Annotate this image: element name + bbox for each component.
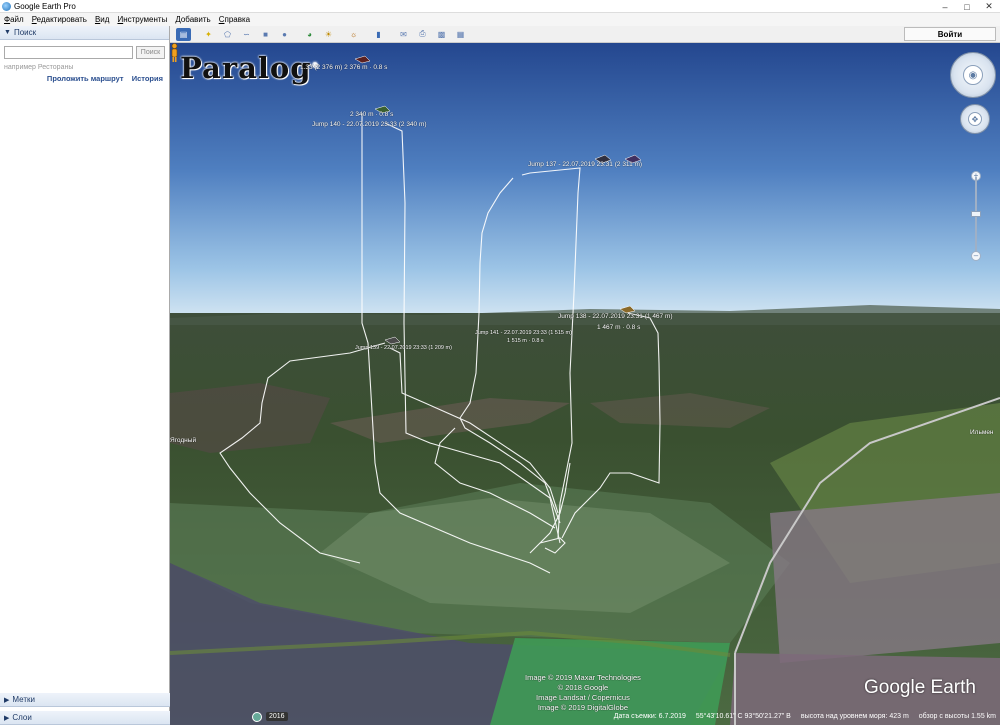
placemark-icon[interactable]: ✦ — [201, 28, 216, 41]
menu-edit[interactable]: Редактировать — [32, 15, 87, 24]
email-icon[interactable]: ✉ — [396, 28, 411, 41]
record-tour-icon[interactable]: ● — [277, 28, 292, 41]
menu-view[interactable]: Вид — [95, 15, 109, 24]
track-label-4: Jump 138 - 22.07.2019 23:31 (1 467 m) — [558, 313, 673, 320]
zoom-slider[interactable]: + – — [971, 171, 981, 263]
sky — [170, 43, 1000, 325]
credit-line: Image Landsat / Copernicus — [536, 693, 630, 703]
collapsed-triangle-icon: ▶ — [4, 696, 10, 704]
places-panel: ▶ Метки — [0, 693, 170, 707]
search-links: Проложить маршрут История — [0, 74, 169, 83]
imagery-date: Дата съемки: 6.7.2019 — [613, 713, 686, 720]
historical-imagery-icon[interactable]: ◕ — [302, 28, 317, 41]
google-earth-brand: Google Earth — [864, 677, 976, 698]
place-label-ilmen: Ильмен — [970, 429, 994, 436]
search-row: Поиск — [0, 40, 169, 61]
places-panel-header[interactable]: ▶ Метки — [0, 693, 170, 707]
planets-icon[interactable]: ☼ — [346, 28, 361, 41]
window-title: Google Earth Pro — [14, 1, 76, 11]
move-joystick[interactable]: ✥ — [960, 104, 990, 134]
status-readout: Дата съемки: 6.7.2019 55°43'10.61" С 93°… — [614, 713, 996, 720]
credit-line: Image © 2019 Maxar Technologies — [525, 673, 641, 682]
hand-icon[interactable]: ✥ — [968, 112, 982, 126]
window-controls: – □ ✕ — [934, 0, 1000, 13]
track-label-5: 1 467 m · 0.8 s — [597, 324, 641, 331]
polygon-icon[interactable]: ⬠ — [220, 28, 235, 41]
sun-icon[interactable]: ☀ — [321, 28, 336, 41]
search-panel-title: Поиск — [13, 28, 37, 37]
expand-triangle-icon: ▼ — [4, 29, 11, 36]
title-bar: Google Earth Pro – □ ✕ — [0, 0, 1000, 13]
search-panel-header[interactable]: ▼ Поиск — [0, 26, 169, 40]
ruler-icon[interactable]: ▮ — [371, 28, 386, 41]
signin-button[interactable]: Войти — [904, 27, 996, 41]
menu-help[interactable]: Справка — [219, 15, 250, 24]
sidebar: ▼ Поиск Поиск например Рестораны Проложи… — [0, 26, 170, 725]
track-label-3: Jump 140 - 22.07.2019 23:33 (2 340 m) — [312, 121, 427, 128]
close-icon[interactable]: ✕ — [978, 0, 1000, 13]
credit-line: © 2018 Google — [557, 683, 609, 693]
path-icon[interactable]: ∽ — [239, 28, 254, 41]
layers-panel-header[interactable]: ▶ Слои — [0, 711, 170, 725]
track-label-7: 1 515 m · 0.8 s — [507, 338, 544, 344]
search-hint: например Рестораны — [4, 64, 74, 71]
menu-tools[interactable]: Инструменты — [117, 15, 167, 24]
imagery-year[interactable]: 2016 — [266, 712, 288, 721]
google-earth-app-icon — [2, 1, 11, 11]
status-bar: 2016 Дата съемки: 6.7.2019 55°43'10.61" … — [170, 710, 1000, 725]
coordinates: 55°43'10.61" С 93°50'21.27" В — [695, 713, 791, 720]
earth-scene — [170, 43, 1000, 725]
collapsed-triangle-icon: ▶ — [4, 714, 10, 722]
layers-panel: ▶ Слои — [0, 711, 170, 725]
history-link[interactable]: История — [132, 74, 163, 83]
track-label-1: 1.33 (2 376 m) 2 376 m · 0.8 s — [300, 64, 388, 71]
toolbar: ▤ ✦ ⬠ ∽ ■ ● ◕ ☀ ☼ ▮ ✉ ⎙ ▩ ▦ Войти — [170, 26, 1000, 43]
track-label-8: Jump 139 - 22.07.2019 23:33 (1 209 m) — [355, 345, 452, 351]
menu-add[interactable]: Добавить — [175, 15, 210, 24]
track-label-9: Jump 137 - 22.07.2019 23:31 (2 311 m) — [528, 161, 643, 168]
layers-panel-title: Слои — [12, 713, 32, 722]
imagery-credits: Image © 2019 Maxar Technologies © 2018 G… — [525, 673, 641, 714]
save-image-icon[interactable]: ▩ — [434, 28, 449, 41]
track-label-6: Jump 141 - 22.07.2019 23:33 (1 515 m) — [475, 330, 572, 336]
menu-file[interactable]: Файл — [4, 15, 24, 24]
maximize-icon[interactable]: □ — [956, 0, 978, 13]
earth-view[interactable]: Paralog® 1.33 (2 376 m) 2 376 m · 0.8 s … — [170, 43, 1000, 725]
street-view-pegman-icon[interactable] — [170, 43, 179, 63]
track-label-2: 2 340 m · 0.8 s — [350, 111, 394, 118]
places-panel-title: Метки — [12, 695, 35, 704]
elevation: высота над уровнем моря: 423 m — [800, 713, 909, 720]
google-maps-icon[interactable]: ▦ — [453, 28, 468, 41]
look-joystick[interactable]: ◉ — [950, 52, 996, 98]
paralog-logo: Paralog® — [180, 51, 320, 85]
print-icon[interactable]: ⎙ — [415, 28, 430, 41]
zoom-out-icon[interactable]: – — [971, 251, 981, 261]
eye-altitude: обзор с высоты 1.55 km — [918, 713, 996, 720]
place-label-yagodny: Ягодный — [170, 437, 197, 444]
search-input[interactable] — [4, 46, 133, 59]
historical-clock-icon[interactable] — [252, 712, 262, 722]
menu-bar: Файл Редактировать Вид Инструменты Добав… — [0, 13, 1000, 26]
search-button[interactable]: Поиск — [136, 46, 165, 59]
image-overlay-icon[interactable]: ■ — [258, 28, 273, 41]
eye-icon[interactable]: ◉ — [963, 65, 983, 85]
zoom-thumb[interactable] — [971, 211, 981, 217]
route-link[interactable]: Проложить маршрут — [47, 74, 124, 83]
minimize-icon[interactable]: – — [934, 0, 956, 13]
sidebar-toggle-icon[interactable]: ▤ — [176, 27, 191, 41]
